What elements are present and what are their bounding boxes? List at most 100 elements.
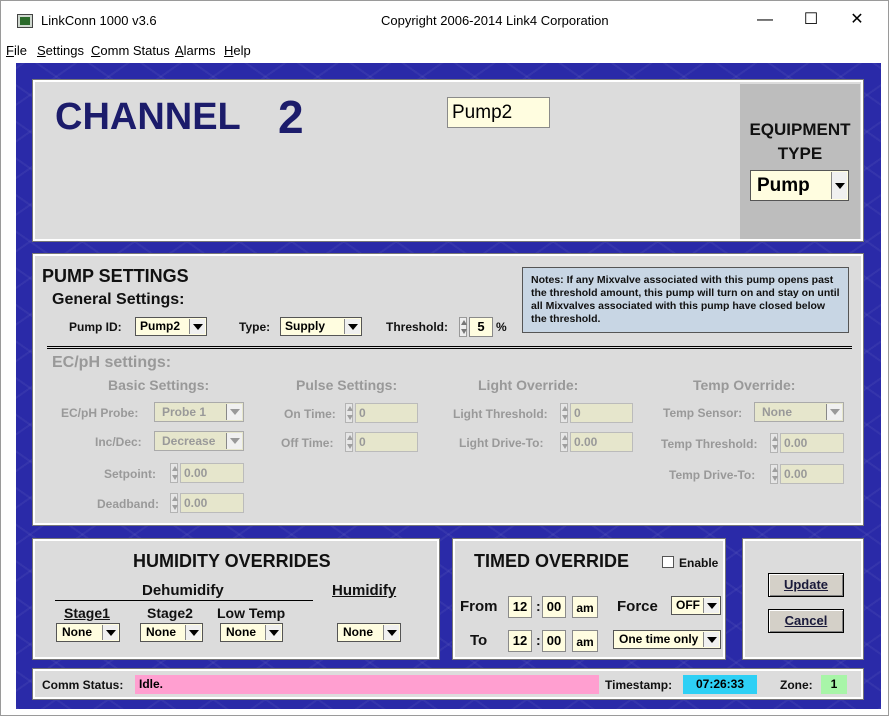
off-time-field[interactable]: 0 (355, 432, 418, 452)
dehumidify-underline (55, 600, 313, 601)
to-label: To (470, 632, 488, 649)
on-time-spinner[interactable] (345, 403, 353, 423)
humidify-label: Humidify (332, 582, 397, 599)
menu-file[interactable]: File (6, 43, 27, 58)
menu-help[interactable]: Help (224, 43, 251, 58)
ecph-probe-select[interactable]: Probe 1 (154, 402, 244, 422)
ecph-settings-title: EC/pH settings: (52, 354, 172, 371)
light-drive-spinner[interactable] (560, 432, 568, 452)
from-hour-field[interactable]: 12 (508, 596, 532, 618)
temp-drive-field[interactable]: 0.00 (780, 464, 844, 484)
force-select[interactable]: OFF (671, 596, 721, 615)
setpoint-spinner[interactable] (170, 463, 178, 483)
menu-alarms[interactable]: Alarms (175, 43, 215, 58)
stage2-select[interactable]: None (140, 623, 203, 642)
equipment-type-select[interactable]: Pump (750, 170, 849, 201)
override-mode-select[interactable]: One time only (613, 630, 721, 649)
temp-override-title: Temp Override: (693, 377, 796, 393)
light-drive-field[interactable]: 0.00 (570, 432, 633, 452)
deadband-spinner[interactable] (170, 493, 178, 513)
menu-bar: File Settings Comm Status Alarms Help (1, 39, 888, 63)
humidity-overrides-title: HUMIDITY OVERRIDES (133, 551, 331, 571)
chevron-down-icon (185, 625, 201, 640)
pump-id-label: Pump ID: (69, 320, 122, 334)
light-threshold-spinner[interactable] (560, 403, 568, 423)
temp-sensor-value: None (762, 405, 792, 419)
cancel-button[interactable]: Cancel (768, 609, 844, 633)
chevron-down-icon (102, 625, 118, 640)
off-time-spinner[interactable] (345, 432, 353, 452)
actions-panel: Update Cancel (742, 538, 864, 660)
equipment-type-label: EQUIPMENT TYPE (740, 118, 860, 166)
enable-checkbox[interactable] (662, 556, 674, 568)
from-ampm-toggle[interactable]: am (572, 596, 598, 618)
light-threshold-field[interactable]: 0 (570, 403, 633, 423)
from-colon: : (536, 598, 541, 614)
menu-settings[interactable]: Settings (37, 43, 84, 58)
update-button[interactable]: Update (768, 573, 844, 597)
temp-sensor-label: Temp Sensor: (663, 406, 743, 420)
low-temp-select[interactable]: None (220, 623, 283, 642)
equipment-type-value: Pump (757, 175, 810, 196)
minimize-button[interactable]: — (742, 5, 788, 35)
pump-type-value: Supply (285, 319, 326, 333)
menu-comm-status[interactable]: Comm Status (91, 43, 170, 58)
equipment-label-line1: EQUIPMENT (749, 120, 851, 139)
ecph-probe-label: EC/pH Probe: (61, 406, 139, 420)
pump-id-value: Pump2 (140, 319, 181, 333)
light-drive-label: Light Drive-To: (459, 436, 544, 450)
comm-status-value: Idle. (135, 675, 599, 694)
chevron-down-icon (265, 625, 281, 640)
from-minute-field[interactable]: 00 (542, 596, 566, 618)
setpoint-field[interactable]: 0.00 (180, 463, 244, 483)
channel-label: CHANNEL (55, 96, 241, 138)
close-button[interactable]: ✕ (834, 5, 880, 35)
humidity-overrides-panel: HUMIDITY OVERRIDES Dehumidify Humidify S… (32, 538, 440, 660)
timed-override-panel: TIMED OVERRIDE Enable From 12 : 00 am Fo… (452, 538, 726, 660)
type-label: Type: (239, 320, 271, 334)
on-time-field[interactable]: 0 (355, 403, 418, 423)
to-minute-field[interactable]: 00 (542, 630, 566, 652)
pump-type-select[interactable]: Supply (280, 317, 362, 336)
equipment-type-area: EQUIPMENT TYPE Pump (740, 84, 860, 239)
app-window: LinkConn 1000 v3.6 Copyright 2006-2014 L… (0, 0, 889, 716)
stage1-select[interactable]: None (56, 623, 120, 642)
stage1-label: Stage1 (64, 605, 110, 621)
incdec-select[interactable]: Decrease (154, 431, 244, 451)
timestamp-value: 07:26:33 (683, 675, 757, 694)
zone-label: Zone: (780, 678, 813, 692)
chevron-down-icon (826, 404, 842, 420)
threshold-label: Threshold: (386, 320, 448, 334)
zone-value: 1 (821, 675, 847, 694)
to-ampm-toggle[interactable]: am (572, 630, 598, 652)
app-icon (17, 14, 33, 28)
timestamp-label: Timestamp: (605, 678, 673, 692)
humidify-select[interactable]: None (337, 623, 401, 642)
from-label: From (460, 598, 498, 615)
to-hour-field[interactable]: 12 (508, 630, 532, 652)
chevron-down-icon (831, 172, 847, 199)
threshold-unit: % (496, 320, 507, 334)
pump-id-select[interactable]: Pump2 (135, 317, 207, 336)
temp-threshold-spinner[interactable] (770, 433, 778, 453)
threshold-field[interactable]: 5 (469, 317, 493, 337)
temp-threshold-label: Temp Threshold: (661, 437, 758, 451)
force-value: OFF (676, 598, 700, 612)
temp-threshold-field[interactable]: 0.00 (780, 433, 844, 453)
light-threshold-label: Light Threshold: (453, 407, 548, 421)
temp-sensor-select[interactable]: None (754, 402, 844, 422)
channel-name-field[interactable]: Pump2 (447, 97, 550, 128)
comm-status-label: Comm Status: (42, 678, 124, 692)
incdec-value: Decrease (162, 434, 216, 448)
chevron-down-icon (226, 433, 242, 449)
threshold-spinner[interactable] (459, 317, 467, 337)
setpoint-label: Setpoint: (104, 467, 156, 481)
deadband-field[interactable]: 0.00 (180, 493, 244, 513)
maximize-button[interactable]: ☐ (788, 5, 834, 35)
light-override-title: Light Override: (478, 377, 579, 393)
to-colon: : (536, 632, 541, 648)
copyright-text: Copyright 2006-2014 Link4 Corporation (381, 13, 609, 28)
temp-drive-spinner[interactable] (770, 464, 778, 484)
chevron-down-icon (344, 319, 360, 334)
low-temp-label: Low Temp (217, 605, 286, 621)
